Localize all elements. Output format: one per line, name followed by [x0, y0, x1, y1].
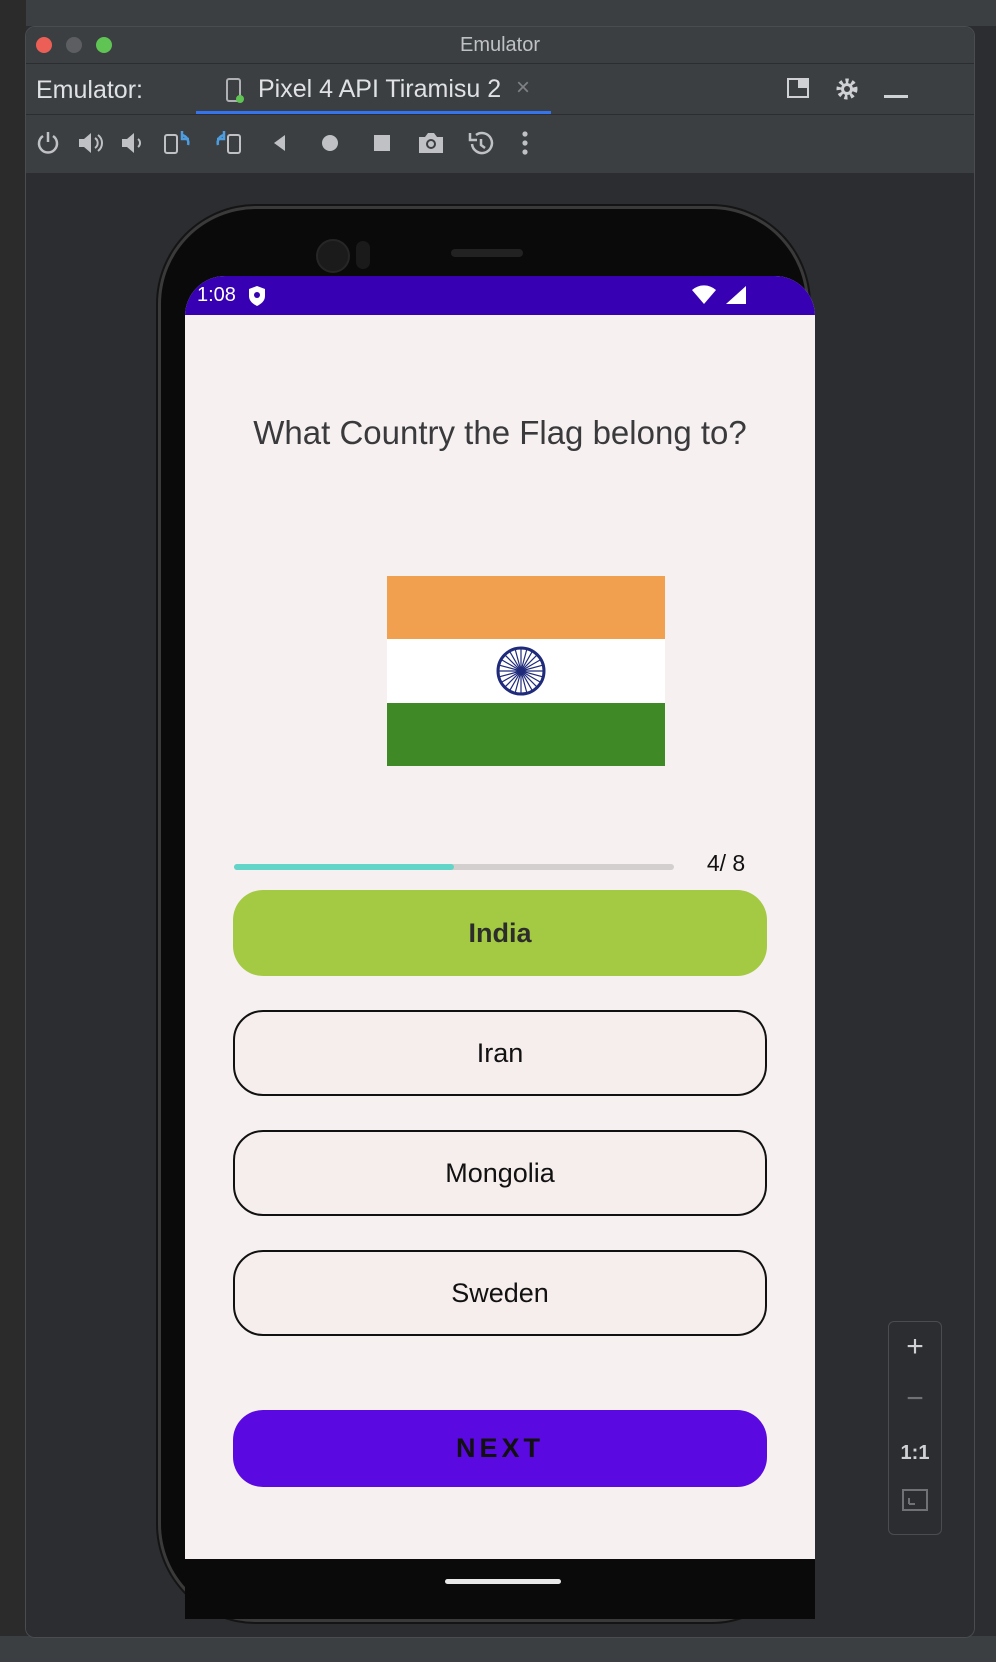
snapshot-icon[interactable] [466, 129, 496, 159]
actual-size-button[interactable]: 1:1 [889, 1442, 941, 1465]
option-button[interactable]: Iran [233, 1010, 767, 1096]
rotate-right-icon[interactable] [212, 129, 242, 159]
zoom-controls: + − 1:1 [888, 1321, 942, 1535]
device-icon [224, 78, 246, 109]
power-icon[interactable] [34, 129, 64, 159]
minimize-panel-icon[interactable] [884, 86, 908, 104]
back-icon[interactable] [266, 129, 296, 159]
option-label: Mongolia [445, 1157, 555, 1188]
title-bar: Emulator [26, 27, 974, 64]
ide-status-bar [0, 1636, 996, 1662]
phone-screen: 1:08 What Country the Flag belong to? 4/… [185, 276, 815, 1584]
ide-top-strip [0, 0, 996, 26]
overview-icon[interactable] [368, 129, 398, 159]
tool-window-header: Emulator: Pixel 4 API Tiramisu 2 × [26, 64, 974, 115]
window-title: Emulator [459, 34, 541, 56]
next-button[interactable]: NEXT [233, 1410, 767, 1487]
status-bar: 1:08 [185, 276, 815, 315]
home-icon[interactable] [316, 129, 346, 159]
camera-icon [316, 239, 350, 273]
next-button-label: NEXT [455, 1433, 544, 1463]
volume-down-icon[interactable] [119, 129, 149, 159]
earpiece-speaker [451, 249, 523, 257]
option-button[interactable]: Mongolia [233, 1130, 767, 1216]
sensor [356, 241, 370, 269]
option-button[interactable]: Sweden [233, 1250, 767, 1336]
layout-icon[interactable] [786, 76, 810, 105]
status-time: 1:08 [197, 284, 236, 306]
tab-label: Pixel 4 API Tiramisu 2 [258, 75, 502, 103]
ashoka-chakra-icon [496, 646, 546, 696]
zoom-out-button[interactable]: − [889, 1382, 941, 1416]
volume-up-icon[interactable] [76, 129, 106, 159]
rotate-left-icon[interactable] [162, 129, 192, 159]
ide-editor-gutter [0, 0, 26, 1662]
quiz-progress-fill [234, 864, 454, 870]
flag-band-saffron [387, 576, 665, 640]
question-text: What Country the Flag belong to? [253, 414, 747, 451]
tab-close-icon[interactable]: × [516, 74, 530, 102]
progress-counter: 4/ 8 [706, 850, 746, 876]
shield-icon [247, 285, 267, 312]
option-label: India [468, 917, 532, 948]
home-gesture-handle[interactable] [445, 1579, 561, 1584]
quiz-progress-bar [234, 864, 674, 870]
flag-band-green [387, 702, 665, 766]
signal-icon [725, 285, 747, 310]
zoom-in-button[interactable]: + [889, 1330, 941, 1364]
more-icon[interactable] [518, 129, 548, 159]
option-button[interactable]: India [233, 890, 767, 976]
option-label: Iran [476, 1037, 524, 1068]
tab-device[interactable]: Pixel 4 API Tiramisu 2 × [196, 64, 551, 114]
wifi-icon [691, 285, 717, 310]
emulator-window: Emulator Emulator: Pixel 4 API Tiramisu … [25, 26, 975, 1638]
tool-window-label: Emulator: [36, 76, 143, 104]
fit-screen-icon[interactable] [889, 1488, 941, 1517]
flag-band-white [387, 639, 665, 703]
device-viewport: 1:08 What Country the Flag belong to? 4/… [26, 174, 974, 1637]
flag-image [387, 576, 665, 766]
gesture-nav-bar [185, 1559, 815, 1619]
screenshot-icon[interactable] [416, 129, 446, 159]
option-label: Sweden [451, 1277, 549, 1308]
emulator-toolbar [26, 115, 974, 174]
gear-icon[interactable] [834, 76, 860, 107]
